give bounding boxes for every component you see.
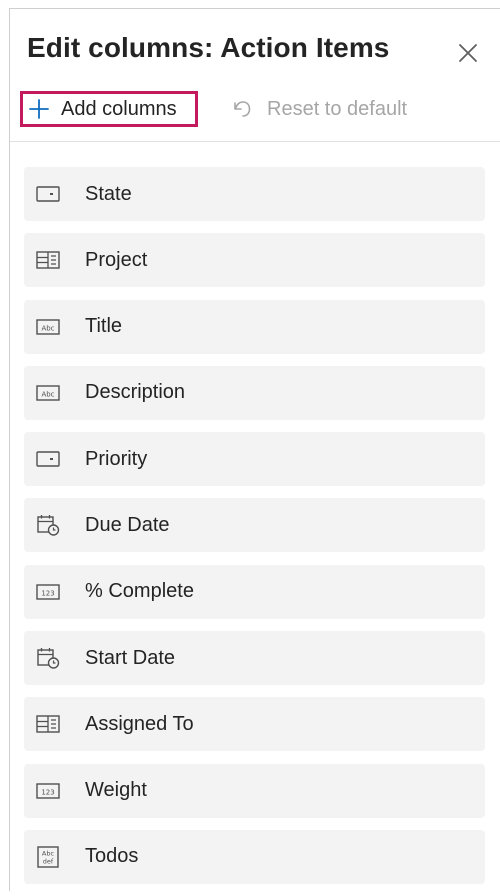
- svg-text:Abc: Abc: [41, 390, 54, 398]
- text-icon: Abc: [36, 385, 60, 401]
- add-columns-label: Add columns: [61, 97, 177, 120]
- panel-title: Edit columns: Action Items: [27, 32, 390, 63]
- column-item[interactable]: Project: [24, 233, 485, 288]
- column-item-label: Assigned To: [85, 712, 194, 735]
- column-item[interactable]: 123 % Complete: [24, 564, 485, 619]
- reset-to-default-button[interactable]: Reset to default: [231, 91, 407, 127]
- choice-icon: [36, 451, 60, 467]
- panel-header: Edit columns: Action Items: [27, 28, 467, 68]
- column-item[interactable]: Start Date: [24, 631, 485, 686]
- multiline-text-icon: Abcdef: [37, 846, 59, 868]
- svg-text:Abc: Abc: [41, 324, 54, 332]
- column-item-label: Weight: [85, 779, 147, 802]
- svg-text:123: 123: [41, 788, 54, 796]
- number-icon: 123: [36, 782, 60, 799]
- column-item-label: State: [85, 182, 132, 205]
- column-item[interactable]: Assigned To: [24, 697, 485, 752]
- number-icon: 123: [36, 584, 60, 600]
- date-icon: [37, 515, 60, 537]
- column-item-label: Project: [85, 248, 148, 271]
- close-icon[interactable]: [456, 41, 480, 65]
- svg-text:123: 123: [41, 589, 54, 597]
- column-item-label: Title: [85, 315, 123, 338]
- toolbar: Add columns Reset to default: [18, 90, 478, 130]
- column-item[interactable]: Priority: [24, 432, 485, 487]
- svg-text:def: def: [43, 857, 54, 865]
- date-icon: [37, 648, 60, 669]
- lookup-icon: [36, 715, 60, 734]
- column-item[interactable]: Due Date: [24, 498, 485, 553]
- column-item-label: Start Date: [85, 646, 176, 669]
- add-columns-button[interactable]: Add columns: [20, 91, 198, 127]
- column-item-label: Due Date: [85, 513, 170, 536]
- lookup-icon: [36, 251, 60, 269]
- svg-text:Abc: Abc: [42, 849, 55, 857]
- column-item[interactable]: Abc def Todos: [24, 829, 485, 884]
- undo-icon: [234, 101, 251, 117]
- column-item-label: % Complete: [85, 580, 194, 603]
- toolbar-divider: [10, 141, 500, 142]
- column-item-label: Description: [85, 381, 186, 404]
- column-item[interactable]: 123 Weight: [24, 763, 485, 818]
- column-item-label: Todos: [85, 845, 139, 868]
- column-item[interactable]: State: [24, 167, 485, 221]
- plus-icon: [29, 99, 49, 119]
- text-icon: Abc: [36, 318, 60, 335]
- column-item[interactable]: Abc Title: [24, 299, 485, 354]
- column-item[interactable]: Abc Description: [24, 365, 485, 420]
- column-item-label: Priority: [85, 447, 148, 470]
- column-list: State Project Abc Title Abc Description Priori…: [24, 167, 485, 896]
- choice-icon: [36, 186, 60, 202]
- reset-to-default-label: Reset to default: [267, 97, 408, 120]
